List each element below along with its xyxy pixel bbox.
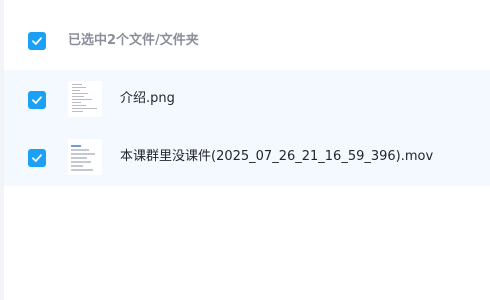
file-name[interactable]: 介绍.png: [120, 90, 175, 108]
check-icon: [32, 37, 42, 45]
file-checkbox[interactable]: [28, 91, 46, 109]
file-row[interactable]: 本课群里没课件(2025_07_26_21_16_59_396).mov: [4, 128, 490, 186]
selection-header: 已选中2个文件/文件夹: [4, 0, 490, 70]
file-name[interactable]: 本课群里没课件(2025_07_26_21_16_59_396).mov: [120, 148, 433, 166]
check-icon: [32, 154, 42, 162]
file-checkbox[interactable]: [28, 149, 46, 167]
selection-count-label: 已选中2个文件/文件夹: [68, 33, 199, 48]
file-selection-panel: 已选中2个文件/文件夹 介绍.png 本课群里没课件(2025_07_26_21…: [0, 0, 490, 300]
check-icon: [32, 96, 42, 104]
video-thumbnail-icon: [68, 139, 102, 175]
select-all-checkbox[interactable]: [28, 32, 46, 50]
image-thumbnail-icon: [68, 81, 102, 117]
file-row[interactable]: 介绍.png: [4, 70, 490, 128]
